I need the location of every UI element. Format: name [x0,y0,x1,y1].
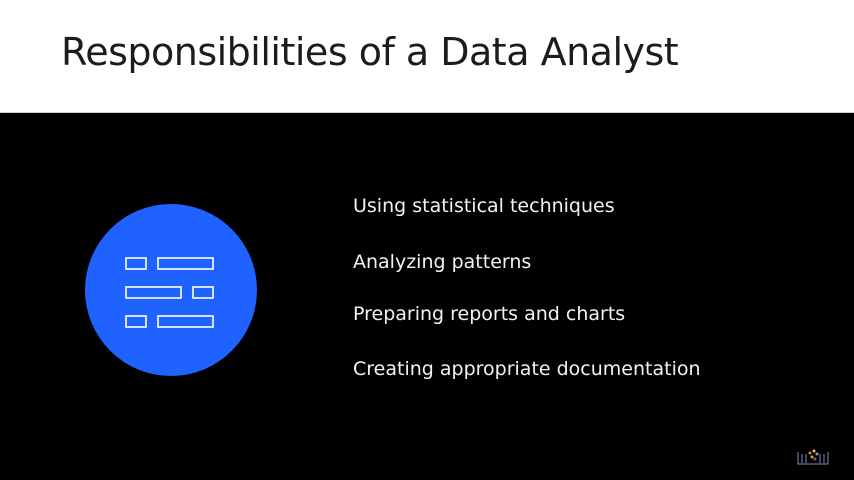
list-box-small-3 [125,315,147,328]
list-box-wide-3 [157,315,214,328]
responsibility-list: Using statistical techniques Analyzing p… [353,0,823,480]
list-box-small-1 [125,257,147,270]
document-list-icon-graphic [125,257,214,328]
list-item: Analyzing patterns [353,251,532,273]
list-box-wide-1 [157,257,214,270]
list-item: Using statistical techniques [353,195,615,217]
list-item: Creating appropriate documentation [353,358,701,380]
list-box-wide-2 [125,286,182,299]
list-item: Preparing reports and charts [353,303,626,325]
document-list-icon [85,204,257,376]
library-logo-icon [796,444,830,466]
list-box-small-2 [192,286,214,299]
slide: Responsibilities of a Data Analyst Using… [0,0,854,480]
